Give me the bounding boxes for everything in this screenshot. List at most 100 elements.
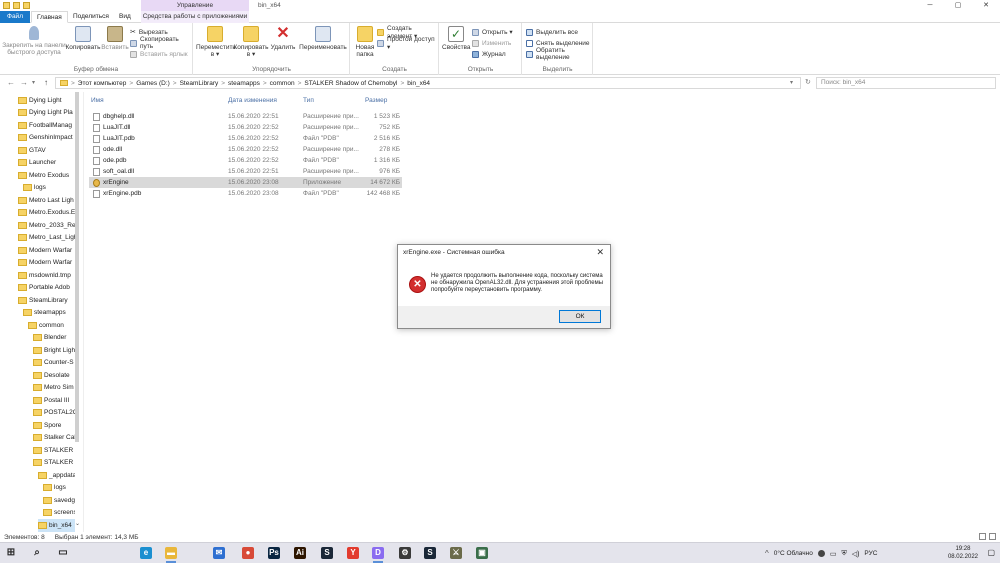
tree-item[interactable]: steamapps [23,307,75,320]
column-size-header[interactable]: Размер [365,97,387,104]
copy-path-button[interactable]: Скопировать путь [130,36,192,50]
illustrator-icon[interactable]: Ai [294,547,306,559]
nav-scrollbar[interactable] [75,92,79,442]
network-icon[interactable]: ▭ [830,550,837,558]
tree-item[interactable]: Dying Light [18,94,75,107]
tree-item[interactable]: Stalker Cal [33,432,75,445]
steam2-icon[interactable]: S [424,547,436,559]
breadcrumb-item[interactable]: Этот компьютер [78,80,127,87]
tree-item[interactable]: Metro Last Ligh [18,194,75,207]
tree-item[interactable]: Desolate [33,369,75,382]
tree-item[interactable]: Dying Light Pla [18,107,75,120]
tree-item[interactable]: Metro Sim [33,382,75,395]
tree-item[interactable]: Modern Warfar [18,244,75,257]
breadcrumb-item[interactable]: common [270,80,295,87]
tree-item[interactable]: GTAV [18,144,75,157]
tree-item[interactable]: Spore [33,419,75,432]
recent-locations-icon[interactable]: ▾ [32,79,35,86]
column-type-header[interactable]: Тип [303,97,314,104]
task-view-icon[interactable]: ▭ [57,547,69,559]
tree-item[interactable]: logs [43,482,75,495]
paste-shortcut-button[interactable]: Вставить ярлык [130,49,188,59]
tree-item[interactable]: Counter-S [33,357,75,370]
notifications-icon[interactable]: ▢ [987,548,995,557]
edge-icon[interactable]: e [140,547,152,559]
breadcrumb-separator[interactable]: > [173,80,177,87]
paste-button[interactable]: Вставить [96,26,134,51]
breadcrumb-separator[interactable]: > [263,80,267,87]
tree-item[interactable]: logs [23,182,75,195]
column-date-header[interactable]: Дата изменения [228,97,277,104]
chrome-icon[interactable]: ● [242,547,254,559]
tree-item[interactable]: Portable Adob [18,282,75,295]
breadcrumb-separator[interactable]: > [129,80,133,87]
tree-item[interactable]: Metro Exodus [18,169,75,182]
defender-icon[interactable]: ⛨ [841,550,846,558]
open-button[interactable]: Открыть ▾ [472,27,513,37]
forward-arrow-icon[interactable]: → [20,78,28,87]
stalker-icon[interactable]: ⚔ [450,547,462,559]
start-icon[interactable]: ⊞ [5,547,17,559]
rename-button[interactable]: Переименовать [298,26,348,51]
weather-label[interactable]: 0°C Облачно [774,550,813,557]
edit-button[interactable]: Изменить [472,38,511,48]
breadcrumb-separator[interactable]: > [221,80,225,87]
yandex-icon[interactable]: Y [347,547,359,559]
photoshop-icon[interactable]: Ps [268,547,280,559]
customize-quick-icon[interactable] [23,2,30,9]
clock[interactable]: 19:28 08.02.2022 [948,545,978,561]
file-row[interactable]: xrEngine.pdb 15.06.2020 23:08 Файл "PDB" 14… [89,188,402,199]
tree-item[interactable]: STALKER S [33,457,75,470]
tree-item[interactable]: GenshinImpact [18,132,75,145]
copy-to-button[interactable]: Копировать в ▾ [232,26,270,58]
tree-item[interactable]: Blender [33,332,75,345]
file-row[interactable]: xrEngine 15.06.2020 23:08 Приложение 14 672… [89,177,402,188]
volume-icon[interactable]: ◁) [852,550,860,558]
breadcrumb-separator[interactable]: > [71,80,75,87]
close-button[interactable]: ✕ [972,0,1000,11]
settings-icon[interactable]: ⚙ [399,547,411,559]
tree-item[interactable]: SteamLibrary [18,294,75,307]
tree-item[interactable]: Metro_Last_Ligh [18,232,75,245]
tree-item[interactable]: STALKER C [33,444,75,457]
file-row[interactable]: ode.dll 15.06.2020 22:52 Расширение при...… [89,144,402,155]
tree-item[interactable]: Launcher [18,157,75,170]
properties-button[interactable]: ✓ Свойства [442,26,471,51]
language-indicator[interactable]: РУС [864,550,877,557]
column-name-header[interactable]: Имя [91,97,104,104]
file-row[interactable]: LuaJIT.pdb 15.06.2020 22:52 Файл "PDB" 2 51… [89,133,402,144]
tree-item[interactable]: common [28,319,75,332]
show-hidden-icon[interactable]: ^ [765,549,769,558]
tab-app-tools[interactable]: Средства работы с приложениями [141,11,249,23]
tab-view[interactable]: Вид [114,11,136,23]
steam-icon[interactable]: S [321,547,333,559]
scroll-down-icon[interactable]: ⌄ [75,520,80,527]
tab-share[interactable]: Поделиться [68,11,114,23]
tab-home[interactable]: Главная [31,11,68,23]
easy-access-button[interactable]: Простой доступ ▾ [377,36,438,51]
tree-item[interactable]: msdownld.tmp [18,269,75,282]
details-view-icon[interactable] [979,533,986,540]
tree-item[interactable]: _appdata [38,469,75,482]
refresh-icon[interactable]: ↻ [805,78,811,86]
search-input[interactable]: Поиск: bin_x64 [816,77,996,89]
dialog-close-icon[interactable]: ✕ [596,247,604,258]
back-arrow-icon[interactable]: ← [7,78,15,87]
address-dropdown-icon[interactable]: ▾ [790,79,793,86]
breadcrumb-item[interactable]: bin_x64 [407,80,430,87]
address-bar[interactable]: > Этот компьютер > Games (D:) > SteamLibrary >… [55,77,801,89]
app-icon[interactable]: ▣ [476,547,488,559]
file-row[interactable]: LuaJIT.dll 15.06.2020 22:52 Расширение при… [89,122,402,133]
minimize-button[interactable]: ─ [916,0,944,11]
quick-access-toolbar[interactable] [3,2,30,9]
ok-button[interactable]: ОК [559,310,601,323]
history-button[interactable]: Журнал [472,49,506,59]
pin-button[interactable]: Закрепить на панели быстрого доступа [2,26,66,56]
breadcrumb-separator[interactable]: > [400,80,404,87]
tree-item[interactable]: Metro.Exodus.E [18,207,75,220]
maximize-button[interactable]: ▢ [944,0,972,11]
select-all-button[interactable]: Выделить все [526,27,578,37]
new-folder-quick-icon[interactable] [13,2,20,9]
tab-file[interactable]: Файл [0,11,30,23]
search-icon[interactable]: ⌕ [31,547,43,559]
